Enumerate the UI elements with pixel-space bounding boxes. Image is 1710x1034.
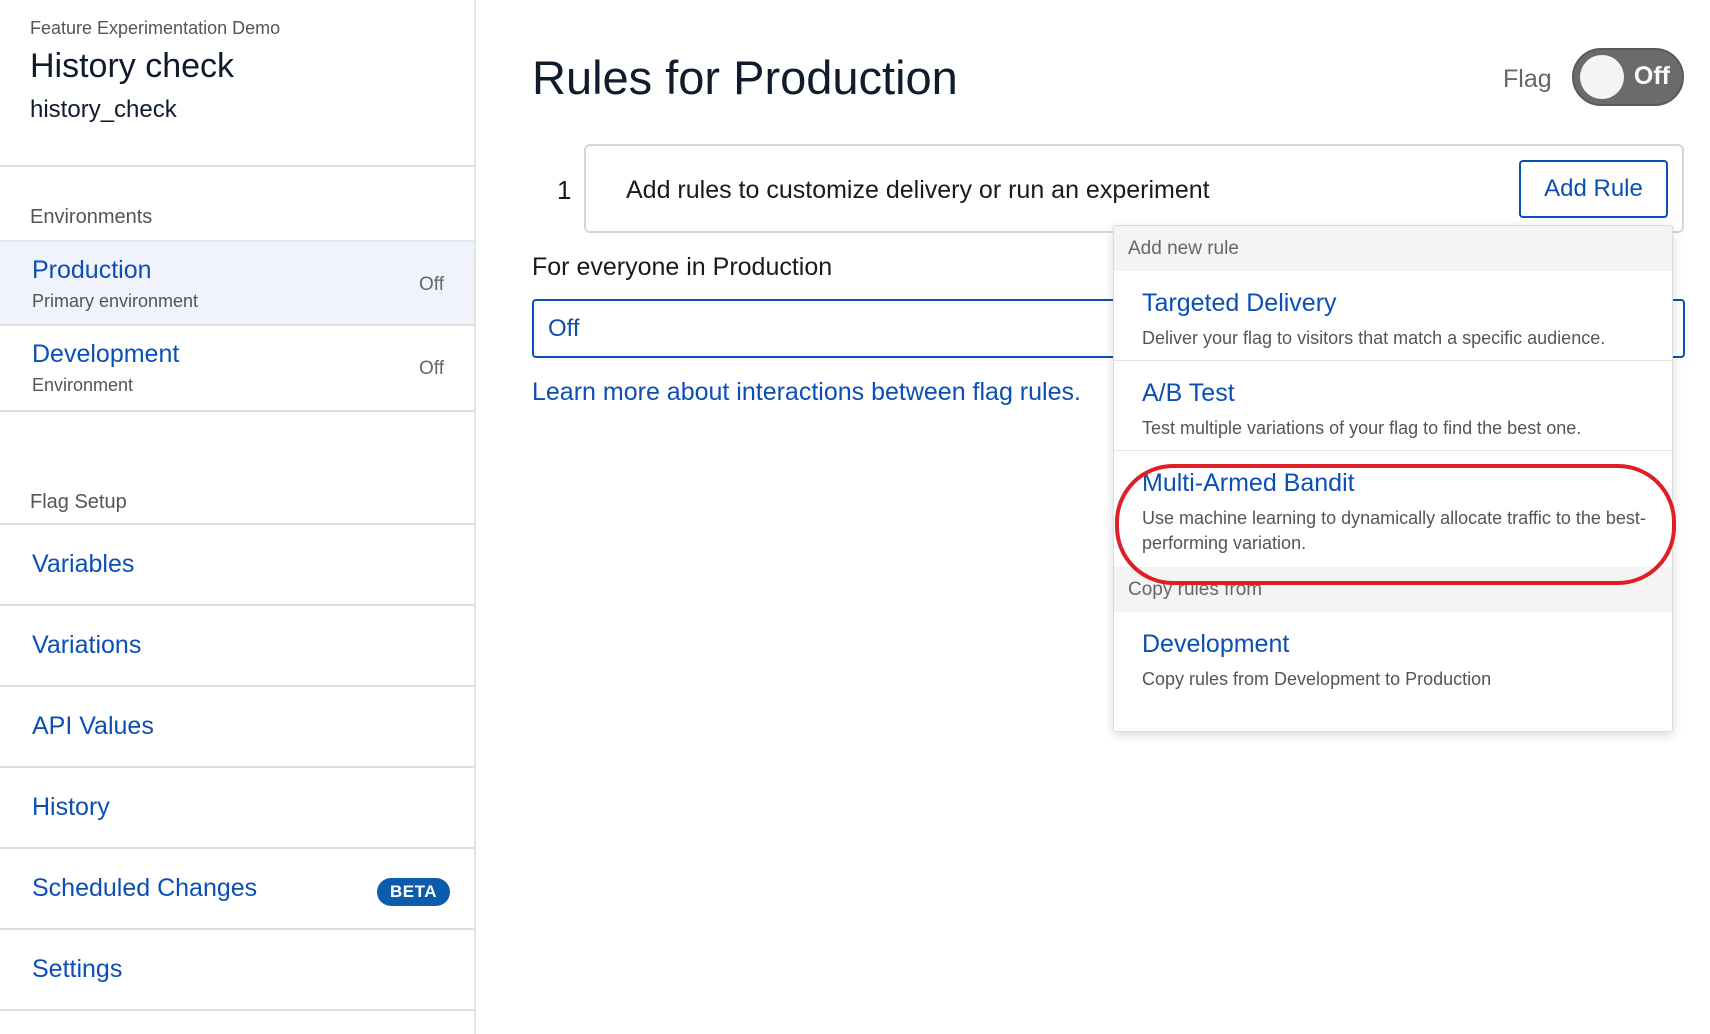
env-item-development[interactable]: Development Environment Off [0, 326, 474, 412]
flag-header: Feature Experimentation Demo History che… [0, 0, 474, 167]
everyone-label: For everyone in Production [532, 253, 833, 281]
menu-item-title: Development [1142, 630, 1290, 658]
env-name: Development [32, 340, 180, 368]
menu-item-title: A/B Test [1142, 379, 1235, 407]
sidebar-item-scheduled-changes[interactable]: Scheduled Changes BETA [0, 849, 474, 930]
toggle-knob [1580, 55, 1624, 99]
menu-item-description: Deliver your flag to visitors that match… [1142, 328, 1606, 348]
add-new-rule-header: Add new rule [1114, 226, 1672, 271]
env-item-production[interactable]: Production Primary environment Off [0, 240, 474, 326]
learn-more-link[interactable]: Learn more about interactions between fl… [532, 378, 1081, 407]
toggle-state: Off [1633, 62, 1670, 90]
flag-key: history_check [30, 96, 177, 123]
flag-setup-label: Flag Setup [30, 491, 127, 513]
sidebar: Feature Experimentation Demo History che… [0, 0, 476, 1034]
menu-item-description: Copy rules from Development to Productio… [1142, 669, 1492, 689]
beta-badge: BETA [376, 878, 450, 906]
menu-item-multi-armed-bandit[interactable]: Multi-Armed Bandit Use machine learning … [1114, 451, 1672, 567]
sidebar-item-label: Scheduled Changes [32, 874, 258, 902]
flag-toggle[interactable]: Off [1572, 48, 1684, 106]
sidebar-item-label: API Values [32, 712, 154, 740]
sidebar-item-label: Variables [32, 550, 135, 578]
sidebar-item-settings[interactable]: Settings [0, 930, 474, 1011]
env-subtitle: Primary environment [32, 291, 199, 311]
env-status: Off [419, 358, 444, 379]
environments-label: Environments [30, 206, 153, 228]
sidebar-item-variables[interactable]: Variables [0, 525, 474, 606]
menu-item-ab-test[interactable]: A/B Test Test multiple variations of you… [1114, 361, 1672, 451]
menu-item-targeted-delivery[interactable]: Targeted Delivery Deliver your flag to v… [1114, 271, 1672, 361]
sidebar-item-variations[interactable]: Variations [0, 606, 474, 687]
page-title: Rules for Production [532, 51, 958, 104]
rule-card: Add rules to customize delivery or run a… [584, 144, 1684, 233]
sidebar-item-label: Variations [32, 631, 142, 659]
copy-rules-header: Copy rules from [1114, 567, 1672, 612]
rule-number: 1 [557, 175, 572, 205]
flag-toggle-label: Flag [1503, 65, 1552, 93]
project-name: Feature Experimentation Demo [30, 18, 281, 38]
menu-item-description: Use machine learning to dynamically allo… [1142, 508, 1646, 553]
menu-item-title: Targeted Delivery [1142, 289, 1337, 317]
menu-item-description: Test multiple variations of your flag to… [1142, 418, 1582, 438]
env-name: Production [32, 256, 152, 284]
menu-item-copy-development[interactable]: Development Copy rules from Development … [1114, 612, 1672, 712]
flag-title: History check [30, 47, 235, 85]
rule-prompt: Add rules to customize delivery or run a… [626, 176, 1210, 204]
sidebar-item-label: Settings [32, 955, 123, 983]
env-subtitle: Environment [32, 375, 134, 395]
default-variation-value: Off [548, 314, 580, 342]
env-status: Off [419, 274, 444, 295]
sidebar-item-api-values[interactable]: API Values [0, 687, 474, 768]
sidebar-item-history[interactable]: History [0, 768, 474, 849]
sidebar-item-label: History [32, 793, 110, 821]
add-rule-button[interactable]: Add Rule [1519, 160, 1668, 218]
menu-item-title: Multi-Armed Bandit [1142, 469, 1355, 497]
add-rule-dropdown: Add new rule Targeted Delivery Deliver y… [1113, 225, 1673, 732]
